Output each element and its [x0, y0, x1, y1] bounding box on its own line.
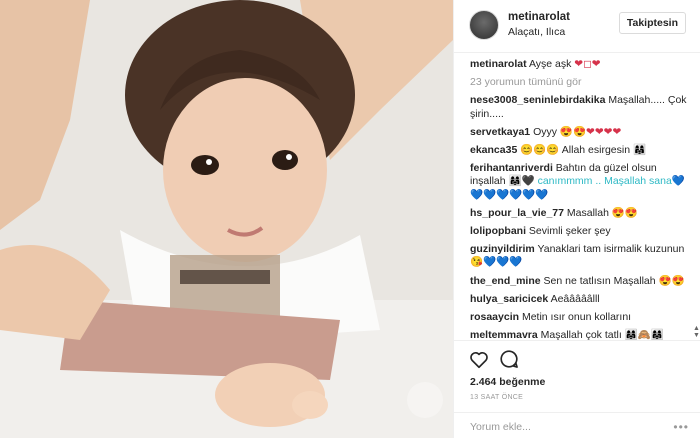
comment-item: nese3008_seninlebirdakika Maşallah..... … — [470, 94, 687, 120]
comment-username[interactable]: ferihantanriverdi — [470, 162, 553, 174]
comment-username[interactable]: servetkaya1 — [470, 126, 530, 138]
comment-item: ferihantanriverdi Bahtın da güzel olsun … — [470, 162, 687, 202]
comment-text: Aeâââââlll — [550, 292, 600, 305]
view-all-comments-link[interactable]: 23 yorumun tümünü gör — [470, 76, 687, 89]
comment-username[interactable]: hs_pour_la_vie_77 — [470, 207, 564, 219]
comment-text: 😊😊😊 Allah esirgesin — [520, 144, 631, 157]
more-dots-icon[interactable]: ••• — [673, 420, 689, 434]
comment-item: the_end_mine Sen ne tatlısın Maşallah 😍😍 — [470, 275, 687, 288]
caption-text: Ayşe aşk — [528, 58, 572, 70]
post-username[interactable]: metinarolat — [508, 11, 570, 23]
comment-text: Oyyy — [533, 125, 557, 138]
post-header: metinarolat Alaçatı, Ilıca Takiptesin — [454, 0, 700, 53]
heart-outline-icon[interactable] — [468, 348, 490, 370]
comment-input[interactable] — [468, 418, 672, 436]
comment-emoji: 😍😍 — [658, 274, 685, 287]
like-count[interactable]: 2.464 beğenme — [470, 376, 545, 388]
post-photo[interactable] — [0, 0, 453, 438]
caption-emoji: ❤◻❤ — [574, 58, 601, 70]
comment-item: ekanca35 😊😊😊 Allah esirgesin 👩‍👩‍👧 — [470, 144, 687, 157]
comment-text: Yanaklari tam isirmalik kuzunun — [537, 243, 685, 256]
comment-emoji: 😍😍❤❤❤❤ — [559, 125, 622, 138]
post-timestamp[interactable]: 13 SAAT ÖNCE — [470, 394, 523, 401]
comment-emoji: 👩‍👩‍👧🙈👩‍👩‍👧 — [624, 329, 664, 340]
comment-item: hs_pour_la_vie_77 Masallah 😍😍 — [470, 207, 687, 220]
speech-bubble-icon[interactable] — [498, 348, 520, 370]
following-button[interactable]: Takiptesin — [618, 12, 686, 34]
comment-username[interactable]: meltemmavra — [470, 329, 538, 340]
comment-text: Sevimli şeker şey — [528, 225, 611, 238]
comment-emoji: 😘💙💙💙 — [470, 256, 523, 269]
comment-item: rosaaycin Metin ısır onun kollarını — [470, 311, 687, 324]
comment-item: servetkaya1 Oyyy 😍😍❤❤❤❤ — [470, 126, 687, 139]
comment-text: Metin ısır onun kollarını — [521, 311, 632, 324]
comment-username[interactable]: ekanca35 — [470, 144, 517, 156]
caption-username[interactable]: metinarolat — [470, 58, 527, 70]
post-location[interactable]: Alaçatı, Ilıca — [508, 26, 565, 38]
comment-username[interactable]: rosaaycin — [470, 311, 519, 323]
caption: metinarolat Ayşe aşk ❤◻❤ — [470, 58, 687, 71]
comment-text: Sen ne tatlısın Maşallah — [543, 274, 656, 287]
comment-username[interactable]: lolipopbani — [470, 225, 526, 237]
comment-emoji: 😍😍 — [611, 206, 639, 219]
scroll-indicator-icon[interactable]: ▲ ▼ — [693, 325, 700, 339]
comment-username[interactable]: hulya_saricicek — [470, 293, 548, 305]
comments-list[interactable]: metinarolat Ayşe aşk ❤◻❤ 23 yorumun tümü… — [454, 58, 700, 340]
comment-item: hulya_saricicek Aeâââââlll — [470, 293, 687, 306]
comment-emoji: 👩‍👩‍👧 — [633, 144, 647, 157]
comment-text: Maşallah çok tatlı — [540, 329, 622, 340]
comment-username[interactable]: nese3008_seninlebirdakika — [470, 94, 605, 106]
child-photo-illustration — [0, 0, 453, 438]
post-actions: 2.464 beğenme 13 SAAT ÖNCE ••• — [454, 340, 700, 439]
post-sidebar: metinarolat Alaçatı, Ilıca Takiptesin me… — [453, 0, 700, 438]
comment-username[interactable]: the_end_mine — [470, 275, 541, 287]
comment-item: lolipopbani Sevimli şeker şey — [470, 225, 687, 238]
comment-item: guzinyildirim Yanaklari tam isirmalik ku… — [470, 243, 687, 269]
comment-item: meltemmavra Maşallah çok tatlı 👩‍👩‍👧🙈👩‍👩… — [470, 329, 687, 340]
comment-text: Masallah — [566, 206, 609, 219]
avatar[interactable] — [469, 10, 499, 40]
comment-username[interactable]: guzinyildirim — [470, 243, 535, 255]
add-comment-section: ••• — [454, 412, 700, 440]
